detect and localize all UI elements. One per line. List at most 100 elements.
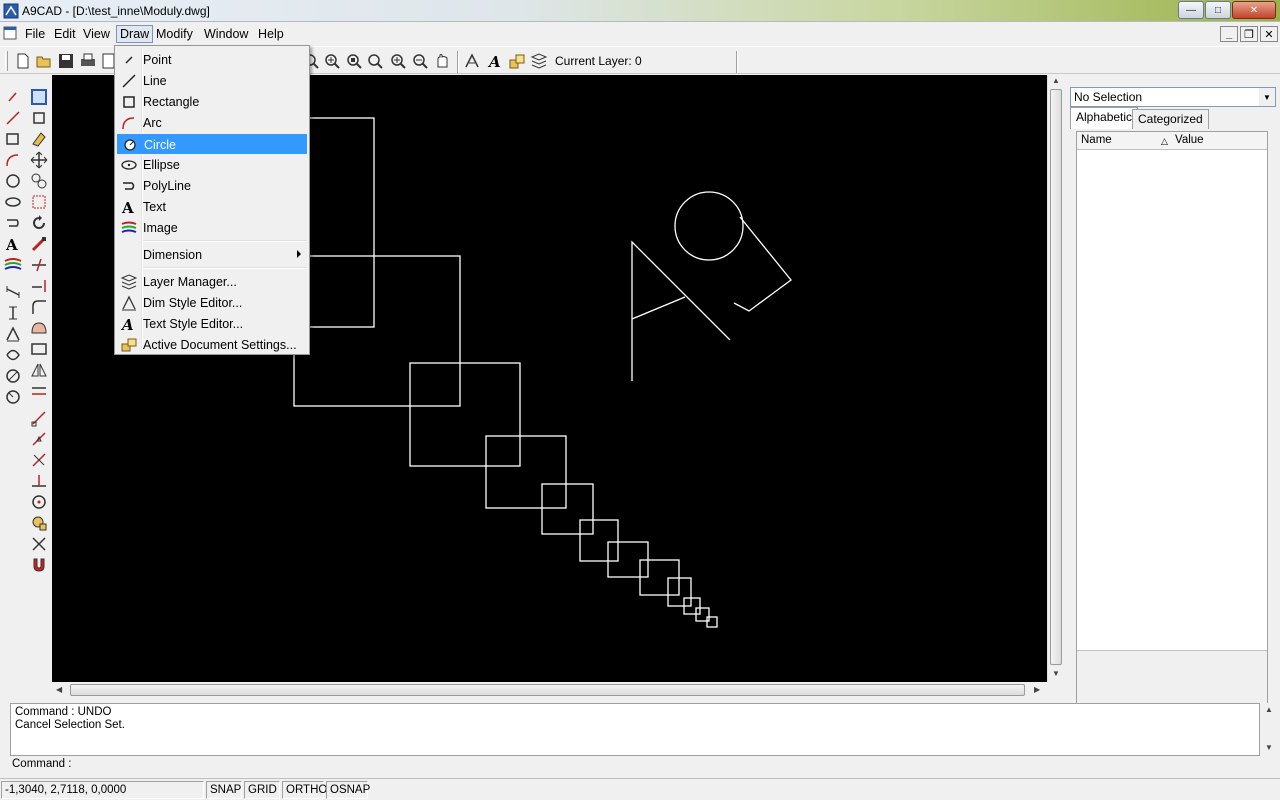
- select-box-icon[interactable]: [30, 109, 48, 127]
- minimize-button[interactable]: —: [1178, 1, 1204, 19]
- doc-minimize-button[interactable]: _: [1220, 26, 1238, 42]
- canvas-horizontal-scrollbar[interactable]: ◀ ▶: [52, 682, 1047, 699]
- print-icon[interactable]: [79, 52, 97, 70]
- dimension-vertical-icon[interactable]: [4, 304, 22, 322]
- menu-item-dim-style-editor[interactable]: Dim Style Editor...: [117, 293, 307, 313]
- scroll-right-arrow[interactable]: ▶: [1034, 685, 1040, 694]
- dimension-diameter-icon[interactable]: [4, 367, 22, 385]
- property-grid[interactable]: Name △ Value: [1076, 131, 1268, 721]
- menu-modify[interactable]: Modify: [153, 26, 196, 44]
- menu-item-rectangle[interactable]: Rectangle: [117, 92, 307, 112]
- snap-center-icon[interactable]: [30, 493, 48, 511]
- scroll-thumb[interactable]: [70, 684, 1025, 696]
- menu-window[interactable]: Window: [201, 26, 251, 44]
- menu-view[interactable]: View: [80, 26, 113, 44]
- menu-item-text[interactable]: A Text: [117, 197, 307, 217]
- close-button[interactable]: ✕: [1232, 1, 1276, 19]
- command-scrollbar[interactable]: ▲ ▼: [1260, 703, 1277, 756]
- trim-icon[interactable]: [30, 256, 48, 274]
- move-icon[interactable]: [30, 151, 48, 169]
- zoom-previous-icon[interactable]: [366, 52, 384, 70]
- array-icon[interactable]: [30, 340, 48, 358]
- menu-item-layer-manager[interactable]: Layer Manager...: [117, 272, 307, 292]
- stretch-icon[interactable]: [30, 235, 48, 253]
- menu-edit[interactable]: Edit: [51, 26, 79, 44]
- ellipse-icon[interactable]: [4, 193, 22, 211]
- snap-none-icon[interactable]: [30, 535, 48, 553]
- column-name[interactable]: Name: [1081, 134, 1112, 146]
- snap-endpoint-icon[interactable]: [30, 409, 48, 427]
- select-window-icon[interactable]: [30, 88, 48, 106]
- hatch-icon[interactable]: [30, 319, 48, 337]
- menu-item-circle[interactable]: Circle: [117, 134, 307, 154]
- fillet-icon[interactable]: [30, 298, 48, 316]
- document-settings-icon[interactable]: [508, 52, 526, 70]
- tab-categorized[interactable]: Categorized: [1132, 109, 1209, 129]
- menu-item-dimension[interactable]: Dimension: [117, 245, 307, 265]
- new-file-icon[interactable]: [14, 52, 32, 70]
- snap-toggle[interactable]: SNAP: [206, 781, 242, 799]
- dim-style-icon[interactable]: [463, 52, 481, 70]
- tab-alphabetic[interactable]: Alphabetic: [1070, 107, 1139, 129]
- dimension-angular-icon[interactable]: [4, 325, 22, 343]
- ortho-toggle[interactable]: ORTHO: [282, 781, 327, 799]
- maximize-button[interactable]: □: [1205, 1, 1231, 19]
- text-icon[interactable]: A: [4, 235, 22, 253]
- open-folder-icon[interactable]: [35, 52, 53, 70]
- sort-arrow-icon[interactable]: △: [1161, 136, 1168, 147]
- command-input[interactable]: Command :: [10, 757, 1260, 773]
- menu-file[interactable]: File: [22, 26, 48, 44]
- scale-icon[interactable]: [30, 193, 48, 211]
- chevron-down-icon[interactable]: ▼: [1259, 88, 1275, 106]
- copy-icon[interactable]: [30, 172, 48, 190]
- explode-icon[interactable]: [30, 382, 48, 400]
- rectangle-icon[interactable]: [4, 130, 22, 148]
- polyline-icon[interactable]: [4, 214, 22, 232]
- image-icon[interactable]: [4, 256, 22, 274]
- arc-icon[interactable]: [4, 151, 22, 169]
- doc-restore-button[interactable]: ❐: [1240, 26, 1258, 42]
- save-icon[interactable]: [57, 52, 75, 70]
- canvas-vertical-scrollbar[interactable]: ▲ ▼: [1047, 75, 1064, 682]
- scroll-down-arrow[interactable]: ▼: [1265, 743, 1273, 752]
- point-icon[interactable]: [4, 88, 22, 106]
- circle-icon[interactable]: [4, 172, 22, 190]
- menu-item-point[interactable]: Point: [117, 50, 307, 70]
- snap-midpoint-icon[interactable]: [30, 430, 48, 448]
- menu-item-ellipse[interactable]: Ellipse: [117, 155, 307, 175]
- doc-close-button[interactable]: ✕: [1260, 26, 1278, 42]
- rotate-icon[interactable]: [30, 214, 48, 232]
- pan-icon[interactable]: [433, 52, 451, 70]
- toolbar-grip[interactable]: [5, 51, 8, 71]
- osnap-toggle[interactable]: OSNAP: [326, 781, 370, 799]
- column-value[interactable]: Value: [1175, 134, 1204, 146]
- scroll-up-arrow[interactable]: ▲: [1265, 705, 1273, 714]
- erase-icon[interactable]: [30, 130, 48, 148]
- zoom-extents-icon[interactable]: [345, 52, 363, 70]
- grid-toggle[interactable]: GRID: [244, 781, 280, 799]
- scroll-thumb[interactable]: [1050, 89, 1062, 665]
- menu-help[interactable]: Help: [255, 26, 287, 44]
- menu-item-line[interactable]: Line: [117, 71, 307, 91]
- snap-perpendicular-icon[interactable]: [30, 472, 48, 490]
- extend-icon[interactable]: [30, 277, 48, 295]
- dimension-leader-icon[interactable]: [4, 388, 22, 406]
- document-icon[interactable]: [3, 26, 17, 40]
- menu-item-polyline[interactable]: PolyLine: [117, 176, 307, 196]
- menu-item-arc[interactable]: Arc: [117, 113, 307, 133]
- dimension-aligned-icon[interactable]: [4, 283, 22, 301]
- scroll-left-arrow[interactable]: ◀: [56, 685, 62, 694]
- line-icon[interactable]: [4, 109, 22, 127]
- menu-draw[interactable]: Draw: [116, 25, 154, 43]
- scroll-up-arrow[interactable]: ▲: [1052, 76, 1060, 85]
- scroll-down-arrow[interactable]: ▼: [1052, 669, 1060, 678]
- text-style-icon[interactable]: A: [486, 52, 504, 70]
- dimension-radius-icon[interactable]: [4, 346, 22, 364]
- snap-quadrant-icon[interactable]: [30, 514, 48, 532]
- menu-item-text-style-editor[interactable]: A Text Style Editor...: [117, 314, 307, 334]
- magnet-icon[interactable]: [30, 556, 48, 574]
- zoom-all-icon[interactable]: [323, 52, 341, 70]
- mirror-icon[interactable]: [30, 361, 48, 379]
- zoom-out-icon[interactable]: [411, 52, 429, 70]
- snap-intersection-icon[interactable]: [30, 451, 48, 469]
